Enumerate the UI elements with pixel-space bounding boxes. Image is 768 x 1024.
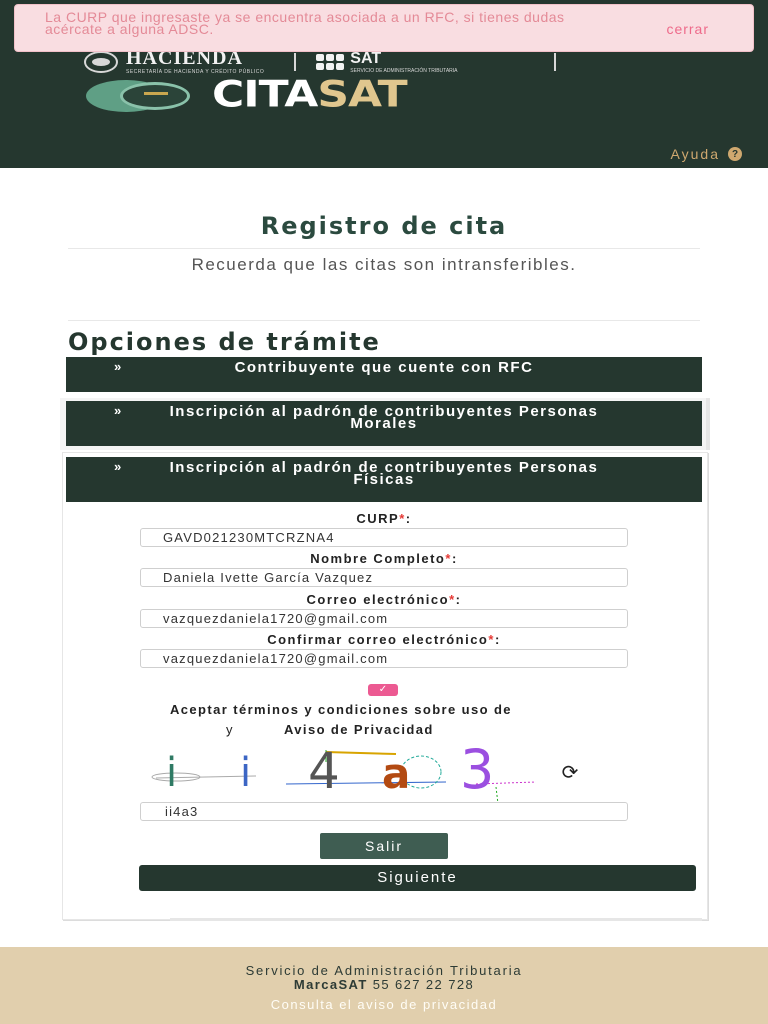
site-footer: Servicio de Administración Tributaria Ma… [0, 947, 768, 1024]
brand-cita: CITA [212, 73, 318, 116]
subtitle-divider [68, 320, 700, 321]
panel-bottom-border [170, 918, 702, 921]
help-link[interactable]: Ayuda ? [671, 146, 742, 162]
captcha-char: i [166, 750, 177, 796]
section-title: Opciones de trámite [68, 328, 381, 356]
chevron-double-right-icon: » [114, 359, 121, 374]
exit-button[interactable]: Salir [320, 833, 448, 859]
chevron-double-right-icon: » [114, 459, 121, 474]
footer-org: Servicio de Administración Tributaria [245, 963, 523, 978]
next-button[interactable]: Siguiente [139, 865, 696, 891]
title-divider [68, 248, 700, 249]
help-label: Ayuda [670, 146, 720, 162]
sat-logo: SAT SERVICIO DE ADMINISTRACIÓN TRIBUTARI… [350, 50, 457, 75]
footer-phone-brand: MarcaSAT [293, 977, 368, 992]
error-alert: La CURP que ingresaste ya se encuentra a… [14, 4, 754, 52]
captcha-char: a [382, 749, 410, 798]
logo-divider [294, 53, 297, 71]
captcha-char: i [240, 750, 251, 796]
accordion-label: Inscripción al padrón de contribuyentes … [169, 403, 599, 432]
alert-message: La CURP que ingresaste ya se encuentra a… [45, 9, 565, 37]
privacy-notice-link[interactable]: Aviso de Privacidad [284, 722, 434, 737]
footer-phone-number: 55 627 22 728 [372, 977, 475, 992]
accordion-label: Inscripción al padrón de contribuyentes … [169, 459, 599, 488]
accordion-personas-morales[interactable]: » Inscripción al padrón de contribuyente… [66, 401, 702, 446]
alert-close-button[interactable]: cerrar [666, 21, 709, 37]
footer-privacy-link[interactable]: Consulta el aviso de privacidad [0, 997, 768, 1012]
citasat-wordmark: CITASAT [212, 77, 408, 113]
terms-conjunction: y [226, 722, 233, 737]
curp-input[interactable] [140, 528, 628, 547]
government-logos: HACIENDA SECRETARÍA DE HACIENDA Y CRÉDIT… [84, 48, 684, 75]
accordion-label: Contribuyente que cuente con RFC [234, 359, 534, 376]
confirm-email-input[interactable] [140, 649, 628, 668]
citasat-brand: CITASAT [86, 74, 408, 116]
confirm-email-label: Confirmar correo electrónico*: [267, 632, 501, 647]
footer-phone: MarcaSAT 55 627 22 728 [0, 977, 768, 992]
refresh-captcha-icon[interactable]: ⟳ [556, 761, 584, 785]
page-subtitle: Recuerda que las citas son intransferibl… [191, 255, 577, 274]
curp-label: CURP*: [356, 511, 412, 526]
sat-logo-text: SAT [350, 50, 382, 67]
page-title: Registro de cita [260, 212, 508, 240]
help-icon: ? [728, 147, 742, 161]
accordion-personas-fisicas[interactable]: » Inscripción al padrón de contribuyente… [66, 457, 702, 502]
captcha-char: 4 [308, 742, 340, 800]
hacienda-logo: HACIENDA SECRETARÍA DE HACIENDA Y CRÉDIT… [126, 48, 264, 75]
sat-dots-icon [316, 54, 345, 70]
logo-divider-right [553, 53, 556, 71]
email-label: Correo electrónico*: [306, 592, 462, 607]
citasat-clock-icon [86, 76, 196, 114]
captcha-char: 3 [460, 742, 494, 801]
captcha-image: i i 4 a 3 [151, 742, 536, 804]
email-input[interactable] [140, 609, 628, 628]
brand-sat: SAT [317, 73, 407, 116]
captcha-input[interactable] [140, 802, 628, 821]
chevron-double-right-icon: » [114, 403, 121, 418]
terms-checkbox[interactable]: ✓ [368, 684, 398, 696]
full-name-label: Nombre Completo*: [310, 551, 458, 566]
terms-text[interactable]: Aceptar términos y condiciones sobre uso… [170, 702, 702, 717]
accordion-rfc[interactable]: » Contribuyente que cuente con RFC [66, 357, 702, 392]
full-name-input[interactable] [140, 568, 628, 587]
hacienda-seal-icon [84, 51, 118, 73]
